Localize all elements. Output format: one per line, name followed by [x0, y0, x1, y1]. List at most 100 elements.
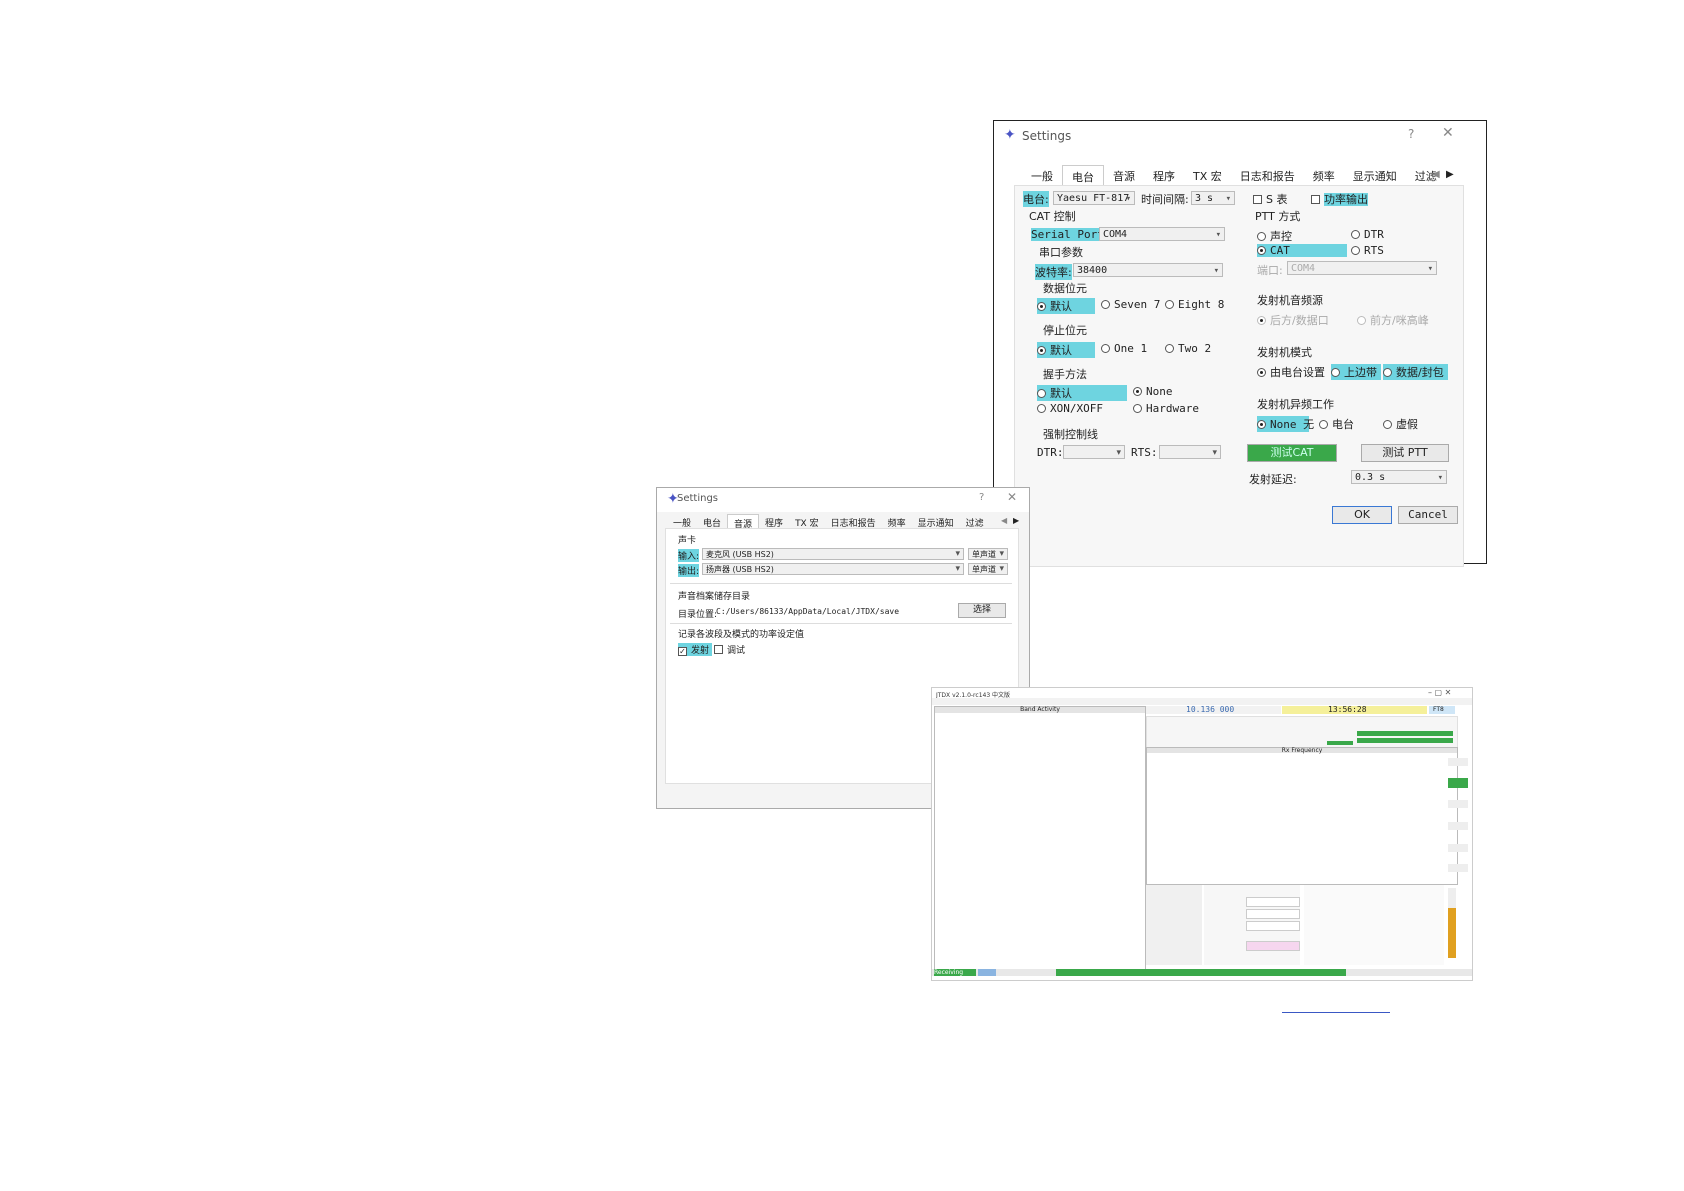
- split-fake-label: 虚假: [1396, 418, 1418, 431]
- power-out-checkbox[interactable]: 功率输出: [1311, 191, 1368, 207]
- split-none-radio[interactable]: None 无: [1257, 416, 1314, 432]
- tx-mode-title: 发射机模式: [1257, 346, 1312, 359]
- data-bits-seven-radio[interactable]: Seven 7: [1101, 298, 1160, 311]
- save-dir-title: 声音档案储存目录: [678, 592, 751, 602]
- close-button[interactable]: ✕: [1442, 125, 1454, 141]
- ptt-port-select[interactable]: COM4: [1287, 261, 1437, 276]
- test-ptt-button[interactable]: 测试 PTT: [1361, 444, 1449, 462]
- side-button-1[interactable]: [1448, 758, 1468, 766]
- output-label: 输出:: [678, 564, 700, 577]
- ptt-rts-radio[interactable]: RTS: [1351, 244, 1384, 257]
- radio-select[interactable]: Yaesu FT-817: [1053, 191, 1135, 206]
- stop-bits-one-radio[interactable]: One 1: [1101, 342, 1147, 355]
- msg-box-2[interactable]: [1246, 909, 1300, 919]
- halt-tx-bar[interactable]: [1357, 738, 1453, 743]
- ptt-group-title: PTT 方式: [1255, 210, 1301, 223]
- radio-settings-window: ✦ Settings ? ✕ 一般 电台 音源 程序 TX 宏 日志和报告 频率…: [993, 120, 1487, 567]
- signal-meter: [1448, 888, 1456, 958]
- s-meter-checkbox[interactable]: S 表: [1253, 191, 1287, 207]
- input-device-select[interactable]: 麦克风 (USB HS2): [702, 548, 964, 560]
- message-boxes: [1204, 885, 1300, 965]
- choose-dir-button[interactable]: 选择: [958, 603, 1006, 618]
- ptt-vox-radio[interactable]: 声控: [1257, 228, 1292, 244]
- dtr-select[interactable]: [1063, 445, 1125, 460]
- ptt-cat-radio[interactable]: CAT: [1257, 244, 1347, 257]
- tx-power-checkbox[interactable]: ✓ 发射: [678, 643, 713, 656]
- side-button-2[interactable]: [1448, 800, 1468, 808]
- audio-tab-left-icon[interactable]: ◀: [1001, 516, 1007, 525]
- audio-tab-right-icon[interactable]: ▶: [1013, 516, 1019, 525]
- audio-help-button[interactable]: ?: [979, 492, 984, 503]
- title-bar: ✦ Settings ? ✕: [994, 121, 1486, 151]
- rear-data-radio[interactable]: 后方/数据口: [1257, 312, 1329, 328]
- split-rig-radio[interactable]: 电台: [1319, 416, 1354, 432]
- two-label: Two 2: [1178, 342, 1212, 355]
- data-bits-default-label: 默认: [1050, 300, 1072, 313]
- ptt-rts-label: RTS: [1364, 244, 1384, 257]
- rts-select[interactable]: [1159, 445, 1221, 460]
- input-channel-select[interactable]: 单声道: [968, 548, 1008, 560]
- side-button-green[interactable]: [1448, 778, 1468, 788]
- output-device-select[interactable]: 扬声器 (USB HS2): [702, 563, 964, 575]
- split-title: 发射机异频工作: [1257, 398, 1334, 411]
- cancel-button[interactable]: Cancel: [1398, 506, 1458, 524]
- link-underline[interactable]: [1282, 1012, 1390, 1013]
- jtdx-window-controls[interactable]: – ▢ ✕: [1428, 688, 1451, 697]
- rts-label: RTS:: [1131, 446, 1158, 459]
- jtdx-menubar[interactable]: [932, 698, 1472, 705]
- divider-2: [670, 623, 1012, 624]
- radio-label: 电台:: [1023, 191, 1049, 207]
- stop-bits-title: 停止位元: [1043, 324, 1087, 337]
- tx-delay-spinbox[interactable]: 0.3 s: [1351, 470, 1447, 485]
- ptt-dtr-radio[interactable]: DTR: [1351, 228, 1384, 241]
- data-bits-eight-radio[interactable]: Eight 8: [1165, 298, 1224, 311]
- split-rig-label: 电台: [1332, 418, 1354, 431]
- app-icon: ✦: [1004, 127, 1016, 143]
- by-radio-radio[interactable]: 由电台设置: [1257, 364, 1325, 380]
- front-mic-radio[interactable]: 前方/咪高峰: [1357, 312, 1429, 328]
- handshake-default-radio[interactable]: 默认: [1037, 385, 1127, 401]
- handshake-xon-radio[interactable]: XON/XOFF: [1037, 402, 1103, 415]
- cat-group-title: CAT 控制: [1029, 210, 1076, 223]
- handshake-none-radio[interactable]: None: [1133, 385, 1173, 398]
- msg-box-pink[interactable]: [1246, 941, 1300, 951]
- data-pkt-radio[interactable]: 数据/封包: [1383, 364, 1448, 380]
- power-group-title: 记录各波段及模式的功率设定值: [678, 630, 805, 640]
- baud-select[interactable]: 38400: [1073, 263, 1223, 278]
- test-cat-button[interactable]: 测试CAT: [1247, 444, 1337, 462]
- usb-radio[interactable]: 上边带: [1331, 364, 1381, 380]
- tune-power-checkbox[interactable]: 调试: [714, 643, 745, 656]
- split-fake-radio[interactable]: 虚假: [1383, 416, 1418, 432]
- tune-bar[interactable]: [1327, 741, 1353, 745]
- side-button-4[interactable]: [1448, 844, 1468, 852]
- serial-port-select[interactable]: COM4: [1099, 227, 1225, 242]
- vox-label: 声控: [1270, 230, 1292, 243]
- soundcard-title: 声卡: [678, 536, 697, 546]
- tab-scroll-right-icon[interactable]: ▶: [1446, 169, 1454, 180]
- side-button-3[interactable]: [1448, 822, 1468, 830]
- data-pkt-label: 数据/封包: [1396, 366, 1444, 379]
- msg-box-1[interactable]: [1246, 897, 1300, 907]
- side-button-5[interactable]: [1448, 864, 1468, 872]
- enable-tx-bar[interactable]: [1357, 731, 1453, 736]
- radio-tab-panel: 电台: Yaesu FT-817 时间间隔: 3 s S 表 功率输出 CAT …: [1014, 185, 1464, 567]
- output-channel-select[interactable]: 单声道: [968, 563, 1008, 575]
- stop-bits-two-radio[interactable]: Two 2: [1165, 342, 1211, 355]
- macro-buttons[interactable]: [1146, 885, 1202, 965]
- audio-close-button[interactable]: ✕: [1007, 490, 1017, 504]
- handshake-hardware-radio[interactable]: Hardware: [1133, 402, 1199, 415]
- ok-button[interactable]: OK: [1332, 506, 1392, 524]
- tab-scroll-left-icon[interactable]: ◀: [1432, 169, 1440, 180]
- data-bits-default-radio[interactable]: 默认: [1037, 298, 1095, 314]
- by-radio-label: 由电台设置: [1270, 366, 1325, 379]
- usb-label: 上边带: [1344, 366, 1377, 379]
- ptt-cat-label: CAT: [1270, 244, 1290, 257]
- control-strip: [1146, 716, 1458, 748]
- help-button[interactable]: ?: [1408, 127, 1414, 141]
- stop-bits-default-radio[interactable]: 默认: [1037, 342, 1095, 358]
- band-activity-header: Band Activity: [935, 707, 1145, 713]
- interval-spinbox[interactable]: 3 s: [1191, 191, 1235, 206]
- window-title: Settings: [1022, 129, 1072, 143]
- msg-box-3[interactable]: [1246, 921, 1300, 931]
- one-label: One 1: [1114, 342, 1148, 355]
